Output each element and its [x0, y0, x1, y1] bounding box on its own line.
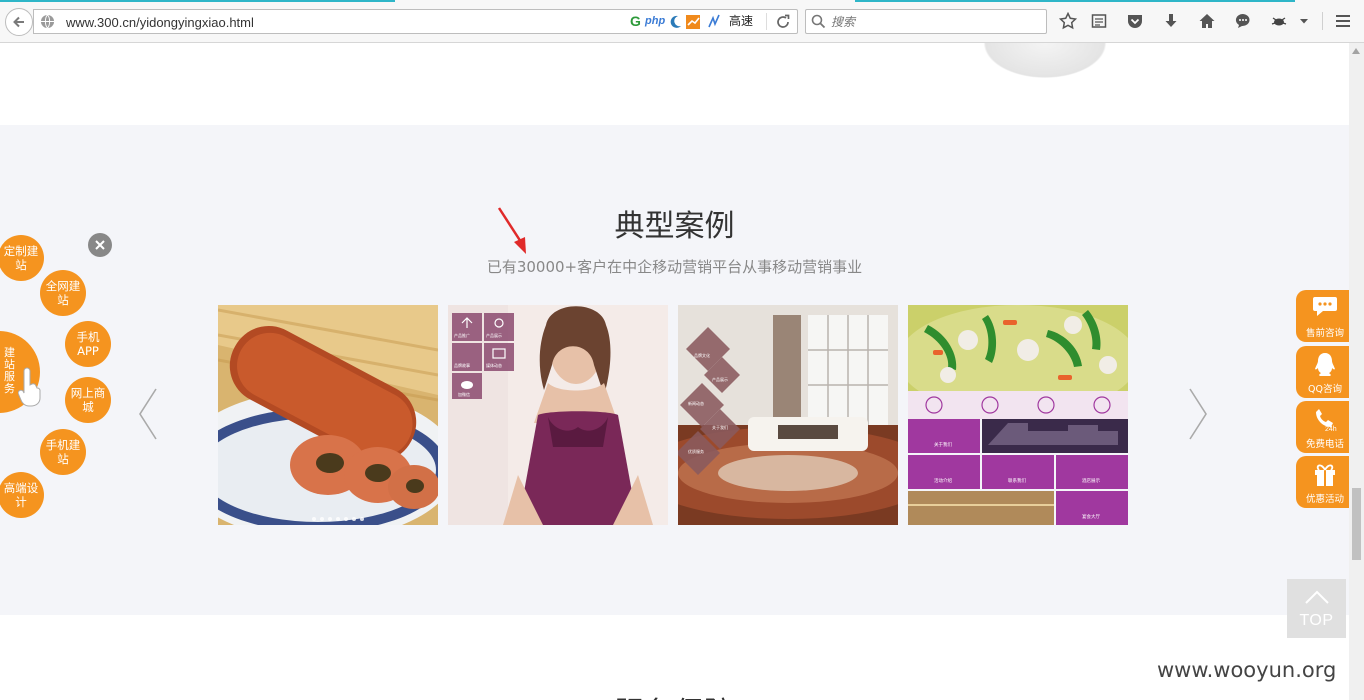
page-scrollbar[interactable]: [1349, 43, 1364, 700]
qq-penguin-icon: [1315, 353, 1335, 376]
chevron-up-icon: [1305, 590, 1329, 604]
search-input[interactable]: [831, 13, 1031, 31]
menu-item-online-mall[interactable]: 网上商城: [65, 377, 111, 423]
gift-icon: [1315, 464, 1335, 486]
food-image: [218, 305, 438, 525]
download-icon[interactable]: [1161, 11, 1181, 31]
lingerie-tile-3-label: 品牌故事: [454, 362, 470, 368]
hand-pointer-icon: [18, 367, 41, 407]
red-arrow-annotation-icon: [497, 207, 526, 254]
case-card-interior[interactable]: 品牌文化 产品展示 新闻动态 关于我们 优质服务: [678, 305, 898, 525]
back-to-top-button[interactable]: TOP: [1287, 579, 1346, 638]
pocket-icon[interactable]: [1125, 11, 1145, 31]
presales-consult-button[interactable]: 售前咨询: [1296, 290, 1354, 342]
close-icon: [95, 240, 105, 250]
scrollbar-thumb[interactable]: [1352, 488, 1361, 560]
search-icon: [811, 14, 826, 29]
carousel-next-button[interactable]: [1188, 388, 1208, 440]
cases-section: 典型案例 已有30000+客户在中企移动营销平台从事移动营销事业: [0, 125, 1349, 615]
reading-list-icon[interactable]: [1089, 11, 1109, 31]
case-card-food[interactable]: [218, 305, 438, 525]
scroll-up-arrow-icon[interactable]: [1352, 48, 1360, 54]
chat-icon[interactable]: [1233, 11, 1253, 31]
interior-image: 品牌文化 产品展示 新闻动态 关于我们 优质服务: [678, 305, 898, 525]
moon-extension-icon[interactable]: [667, 13, 683, 30]
interior-item-2-label: 产品展示: [712, 376, 728, 382]
url-text[interactable]: www.300.cn/yidongyingxiao.html: [66, 15, 254, 30]
browser-toolbar: www.300.cn/yidongyingxiao.html G php 高速: [0, 0, 1364, 43]
free-call-button[interactable]: 24h 免费电话: [1296, 401, 1354, 453]
restaurant-image: 关于我们 活动介绍 联系我们 酒店展示 宴会大厅: [908, 305, 1128, 525]
menu-icon[interactable]: [1333, 11, 1353, 31]
lingerie-tile-5-label: 加微信: [458, 391, 470, 397]
interior-item-3-label: 新闻动态: [688, 400, 704, 406]
interior-item-5-label: 优质服务: [688, 448, 704, 454]
speed-label[interactable]: 高速: [729, 13, 753, 30]
restaurant-tile-3-label: 联系我们: [1008, 477, 1026, 484]
url-bar[interactable]: www.300.cn/yidongyingxiao.html G php 高速: [33, 9, 798, 34]
decorative-image-fragment: [975, 43, 1115, 83]
interior-item-4-label: 关于我们: [712, 424, 728, 430]
back-arrow-icon: [13, 16, 24, 28]
next-section-title: 服务保障: [600, 688, 750, 700]
qq-consult-button[interactable]: QQ咨询: [1296, 346, 1354, 398]
phone-24h-badge: 24h: [1325, 426, 1337, 432]
toolbar-separator: [1322, 12, 1323, 30]
tab-indicator-right: [855, 0, 1295, 2]
reload-icon[interactable]: [774, 13, 792, 31]
chat-bubble-icon: [1313, 297, 1337, 316]
lingerie-image: 产品推广 产品展示 品牌故事 媒体动态 加微信: [448, 305, 668, 525]
lingerie-tile-4-label: 媒体动态: [486, 362, 502, 368]
lingerie-tile-2-label: 产品展示: [486, 332, 502, 338]
menu-item-custom-site[interactable]: 定制建站: [0, 235, 44, 281]
back-button[interactable]: [5, 8, 33, 36]
section-title: 典型案例: [614, 209, 735, 244]
lingerie-tile-1-label: 产品推广: [454, 332, 470, 338]
bookmark-star-icon[interactable]: [1058, 11, 1078, 31]
home-icon[interactable]: [1197, 11, 1217, 31]
menu-item-mobile-site[interactable]: 手机建站: [40, 429, 86, 475]
g-extension-icon[interactable]: G: [630, 13, 641, 30]
restaurant-tile-1-label: 关于我们: [934, 441, 952, 448]
restaurant-tile-4-label: 酒店展示: [1082, 477, 1100, 484]
restaurant-tile-2-label: 活动介绍: [934, 477, 952, 484]
restaurant-tile-5-label: 宴会大厅: [1082, 513, 1100, 520]
urlbar-separator: [766, 13, 767, 30]
case-card-restaurant[interactable]: 关于我们 活动介绍 联系我们 酒店展示 宴会大厅: [908, 305, 1128, 525]
dropdown-icon[interactable]: [1297, 11, 1311, 31]
tab-indicator-left: [0, 0, 395, 2]
phone-icon: 24h: [1316, 409, 1337, 432]
promotion-button[interactable]: 优惠活动: [1296, 456, 1354, 508]
watermark-text: www.wooyun.org: [1157, 658, 1337, 682]
site-service-label: 建站服务: [4, 346, 15, 395]
search-bar[interactable]: [805, 9, 1047, 34]
carousel-prev-button[interactable]: [138, 388, 158, 440]
globe-icon: [40, 14, 55, 29]
menu-item-premium-design[interactable]: 高端设计: [0, 472, 44, 518]
php-extension-icon[interactable]: php: [645, 13, 665, 30]
chart-extension-icon[interactable]: [685, 13, 701, 30]
menu-item-full-network-site[interactable]: 全网建站: [40, 270, 86, 316]
section-subtitle: 已有30000+客户在中企移动营销平台从事移动营销事业: [486, 258, 863, 276]
interior-item-1-label: 品牌文化: [694, 352, 710, 358]
case-card-lingerie[interactable]: 产品推广 产品展示 品牌故事 媒体动态 加微信: [448, 305, 668, 525]
speed-extension-icon[interactable]: [707, 13, 721, 30]
menu-item-mobile-app[interactable]: 手机APP: [65, 321, 111, 367]
extension-bug-icon[interactable]: [1269, 11, 1289, 31]
close-menu-button[interactable]: [88, 233, 112, 257]
